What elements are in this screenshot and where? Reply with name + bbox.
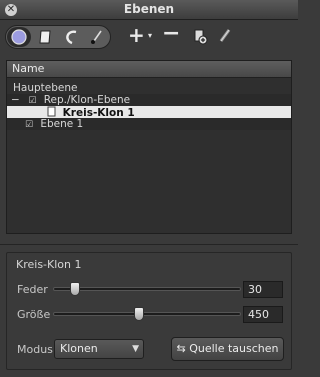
layer-row-ebene-1[interactable]: ☑ Ebene 1: [7, 118, 291, 130]
page-mask-button[interactable]: [33, 27, 57, 47]
add-layer-button[interactable]: +: [128, 23, 145, 47]
feather-slider-thumb[interactable]: [70, 282, 81, 296]
swap-source-label: Quelle tauschen: [189, 342, 279, 355]
title-bar: ✕ Ebenen: [0, 0, 298, 20]
size-label: Größe: [17, 308, 51, 321]
window-title: Ebenen: [123, 2, 175, 16]
add-layer-menu-icon[interactable]: ▾: [148, 31, 152, 40]
mode-label: Modus: [17, 343, 53, 356]
visibility-checkbox[interactable]: ☑: [25, 119, 33, 131]
size-slider[interactable]: [53, 307, 241, 321]
toolbar: + ▾ −: [0, 21, 298, 53]
curve-mask-button[interactable]: [59, 27, 83, 47]
layers-list: Name Hauptebene − ☑ Rep./Klon-Ebene Krei…: [6, 60, 292, 234]
layer-row-kreis-klon[interactable]: Kreis-Klon 1: [7, 106, 291, 119]
mask-tool-group: [5, 25, 111, 49]
curve-icon: [66, 30, 77, 45]
remove-layer-button[interactable]: −: [162, 21, 180, 46]
layer-label: Ebene 1: [40, 118, 84, 130]
layer-row-klon-ebene[interactable]: − ☑ Rep./Klon-Ebene: [7, 94, 291, 106]
circle-icon: [11, 29, 27, 45]
chevron-down-icon: ▼: [132, 344, 139, 354]
circle-mask-button[interactable]: [7, 27, 31, 47]
size-slider-thumb[interactable]: [134, 307, 145, 321]
layer-label: Hauptebene: [13, 82, 78, 94]
brush-mask-button[interactable]: [85, 27, 109, 47]
layer-label: Rep./Klon-Ebene: [43, 94, 131, 106]
collapse-toggle-icon[interactable]: −: [11, 94, 25, 106]
swap-source-button[interactable]: ⇆ Quelle tauschen: [171, 337, 284, 361]
clone-layer-icon: [47, 106, 56, 117]
feather-value-field[interactable]: 30: [243, 281, 283, 298]
feather-slider[interactable]: [53, 282, 241, 296]
size-value-field[interactable]: 450: [243, 306, 283, 323]
mode-select-value: Klonen: [60, 342, 98, 355]
feather-label: Feder: [17, 283, 48, 296]
duplicate-layer-icon[interactable]: [192, 27, 208, 45]
column-header-name[interactable]: Name: [7, 61, 291, 78]
properties-panel: Kreis-Klon 1 Feder 30 Größe 450 Modus Kl…: [6, 252, 292, 370]
mode-select[interactable]: Klonen ▼: [54, 339, 144, 359]
brush-icon: [91, 30, 102, 44]
edit-wand-icon[interactable]: [216, 27, 232, 45]
panel-divider[interactable]: [0, 244, 298, 245]
properties-title: Kreis-Klon 1: [16, 258, 82, 271]
page-icon: [39, 30, 51, 44]
layer-row-hauptebene[interactable]: Hauptebene: [7, 82, 291, 94]
swap-icon: ⇆: [176, 342, 186, 355]
